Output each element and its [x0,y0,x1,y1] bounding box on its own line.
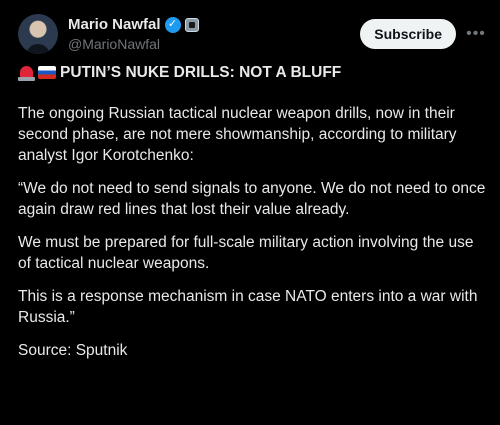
verified-badge-icon[interactable]: ✓ [164,16,181,33]
paragraph-source: Source: Sputnik [18,342,128,359]
paragraph-intro: The ongoing Russian tactical nuclear wea… [18,105,457,164]
siren-icon [18,65,35,81]
tweet-text: PUTIN’S NUKE DRILLS: NOT A BLUFF The ong… [18,62,488,373]
paragraph-quote-1: “We do not need to send signals to anyon… [18,180,486,218]
subscribe-button[interactable]: Subscribe [360,19,456,49]
tweet-header: Mario Nawfal ✓ @MarioNawfal Subscribe ••… [18,14,490,58]
headline-text: PUTIN’S NUKE DRILLS: NOT A BLUFF [60,64,342,81]
avatar[interactable] [18,14,58,54]
author-display-name[interactable]: Mario Nawfal [68,16,161,33]
more-options-icon[interactable]: ••• [464,19,488,49]
author-handle[interactable]: @MarioNawfal [68,36,160,52]
tweet-headline: PUTIN’S NUKE DRILLS: NOT A BLUFF [18,62,488,83]
affiliate-badge-icon[interactable] [184,17,199,32]
paragraph-quote-3: This is a response mechanism in case NAT… [18,288,478,326]
paragraph-quote-2: We must be prepared for full-scale milit… [18,234,474,272]
author-name-row: Mario Nawfal ✓ [68,16,199,33]
russia-flag-icon [38,66,56,79]
